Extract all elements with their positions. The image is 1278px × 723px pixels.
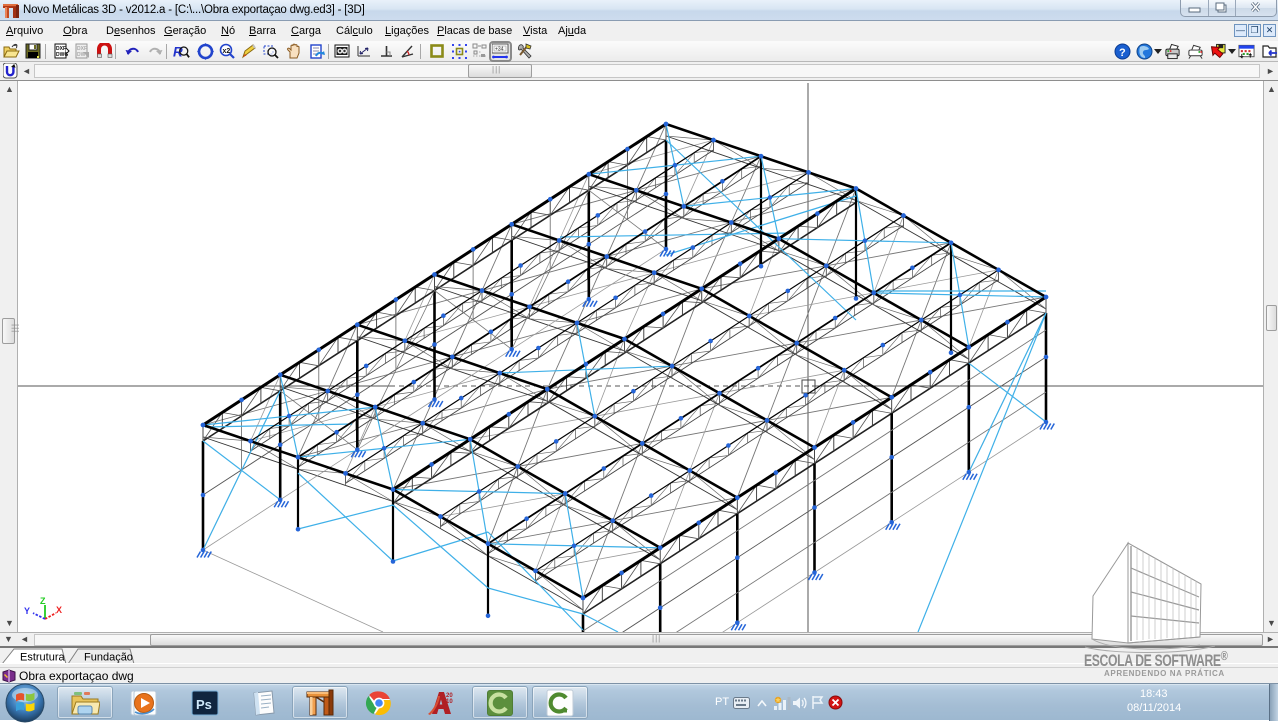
svg-text:X: X — [56, 605, 62, 615]
svg-text:Fundação: Fundação — [84, 652, 133, 664]
svg-text:?: ? — [1119, 47, 1126, 59]
svg-text:Y: Y — [24, 606, 30, 616]
svg-text:Ps: Ps — [196, 697, 212, 712]
svg-text:Estrutura: Estrutura — [20, 652, 66, 664]
svg-text:DWG: DWG — [56, 52, 68, 58]
svg-text:R: R — [173, 44, 183, 59]
svg-text:10: 10 — [446, 699, 453, 705]
svg-text:DWG: DWG — [77, 52, 89, 58]
svg-text:Z: Z — [40, 596, 46, 606]
svg-text:x2: x2 — [223, 48, 231, 55]
svg-text:+34: +34 — [495, 47, 504, 53]
